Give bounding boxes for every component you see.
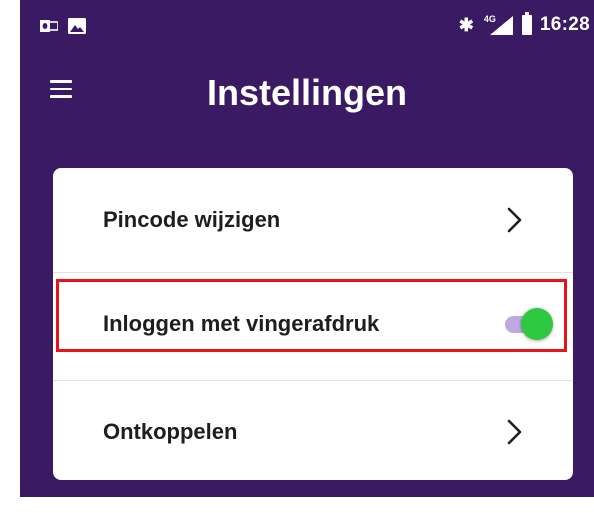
- status-time: 16:28: [539, 14, 590, 35]
- settings-item-label: Pincode wijzigen: [103, 207, 281, 232]
- chevron-right-icon: [505, 207, 525, 233]
- page-title: Instellingen: [206, 72, 408, 113]
- highlight-box: [56, 279, 567, 352]
- settings-item-label: Ontkoppelen: [103, 419, 238, 444]
- battery-icon: [521, 12, 532, 35]
- app-screen: ✱ 4G 16:28 Instellingen Pincode wijzigen…: [20, 0, 594, 497]
- status-bar: ✱ 4G 16:28: [20, 0, 594, 52]
- status-left-icons: [40, 18, 86, 34]
- image-icon: [68, 18, 86, 34]
- chevron-right-icon: [505, 419, 525, 445]
- settings-item-disconnect[interactable]: Ontkoppelen: [53, 380, 573, 480]
- settings-card: Pincode wijzigen Inloggen met vingerafdr…: [53, 168, 573, 480]
- signal-icon: 4G: [482, 14, 514, 36]
- bluetooth-icon: ✱: [458, 14, 474, 35]
- status-right-icons: ✱ 4G 16:28: [458, 12, 590, 36]
- outlook-icon: [40, 20, 58, 32]
- settings-item-pincode[interactable]: Pincode wijzigen: [53, 168, 573, 272]
